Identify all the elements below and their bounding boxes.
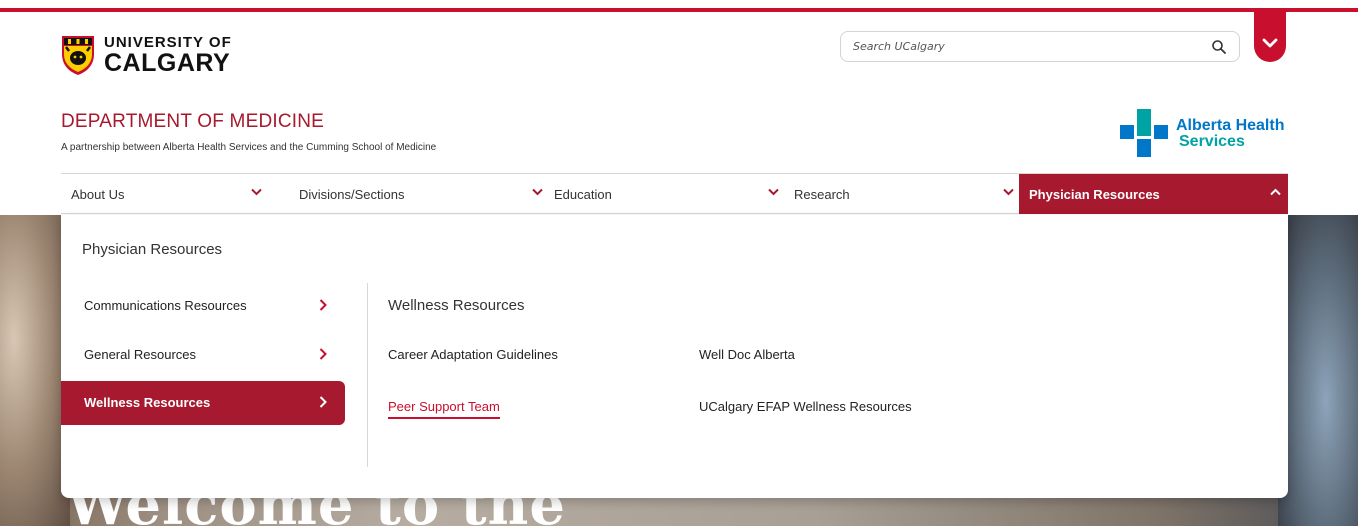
department-title[interactable]: DEPARTMENT OF MEDICINE	[61, 111, 324, 133]
department-subtitle: A partnership between Alberta Health Ser…	[61, 142, 437, 153]
nav-item-label: Physician Resources	[1029, 187, 1160, 202]
hero-photo-right	[1278, 215, 1358, 526]
chevron-right-icon	[319, 396, 327, 408]
ahs-line2: Services	[1179, 133, 1245, 150]
university-logo[interactable]: UNIVERSITY OF CALGARY	[60, 34, 232, 76]
search-box	[840, 31, 1240, 62]
link-career-adaptation-guidelines[interactable]: Career Adaptation Guidelines	[388, 347, 558, 362]
chevron-down-icon	[532, 188, 543, 196]
submenu-title[interactable]: Wellness Resources	[388, 297, 524, 314]
menu-divider	[367, 283, 368, 467]
logo-line2: CALGARY	[104, 48, 231, 77]
nav-item-label: Research	[794, 187, 850, 202]
link-ucalgary-efap-wellness-resources[interactable]: UCalgary EFAP Wellness Resources	[699, 399, 912, 414]
nav-item-divisions-sections[interactable]: Divisions/Sections	[289, 174, 544, 214]
nav-item-education[interactable]: Education	[544, 174, 784, 214]
side-item-communications-resources[interactable]: Communications Resources	[61, 284, 345, 328]
search-icon[interactable]	[1211, 39, 1227, 55]
chevron-right-icon	[319, 348, 327, 360]
ahs-logo[interactable]: Alberta Health Services	[1120, 109, 1284, 159]
top-accent-bar	[0, 8, 1358, 12]
link-well-doc-alberta[interactable]: Well Doc Alberta	[699, 347, 795, 362]
chevron-down-icon	[251, 188, 262, 196]
nav-item-physician-resources[interactable]: Physician Resources	[1019, 174, 1288, 214]
chevron-down-icon	[768, 188, 779, 196]
utility-menu-toggle[interactable]	[1254, 12, 1286, 62]
main-nav: About Us Divisions/Sections Education Re…	[61, 173, 1288, 214]
chevron-down-icon	[1003, 188, 1014, 196]
mega-menu: Physician Resources Communications Resou…	[61, 215, 1288, 498]
university-crest-icon	[62, 36, 94, 75]
side-item-general-resources[interactable]: General Resources	[61, 333, 345, 377]
link-peer-support-team[interactable]: Peer Support Team	[388, 399, 500, 419]
side-item-label: General Resources	[84, 347, 196, 362]
ahs-cross-icon	[1120, 109, 1168, 157]
mega-menu-title[interactable]: Physician Resources	[82, 241, 222, 258]
hero-photo-left	[0, 215, 70, 526]
side-item-wellness-resources[interactable]: Wellness Resources	[61, 381, 345, 425]
chevron-up-icon	[1270, 188, 1281, 196]
logo-line1: UNIVERSITY OF	[104, 33, 232, 51]
nav-item-label: Divisions/Sections	[299, 187, 405, 202]
nav-item-about-us[interactable]: About Us	[61, 174, 289, 214]
search-input[interactable]	[841, 40, 1181, 53]
nav-item-label: About Us	[71, 187, 125, 202]
ahs-line1: Alberta Health	[1176, 117, 1285, 134]
chevron-down-icon	[1262, 38, 1278, 48]
side-item-label: Wellness Resources	[84, 395, 211, 410]
nav-item-research[interactable]: Research	[784, 174, 1019, 214]
side-item-label: Communications Resources	[84, 298, 247, 313]
chevron-right-icon	[319, 299, 327, 311]
nav-item-label: Education	[554, 187, 612, 202]
